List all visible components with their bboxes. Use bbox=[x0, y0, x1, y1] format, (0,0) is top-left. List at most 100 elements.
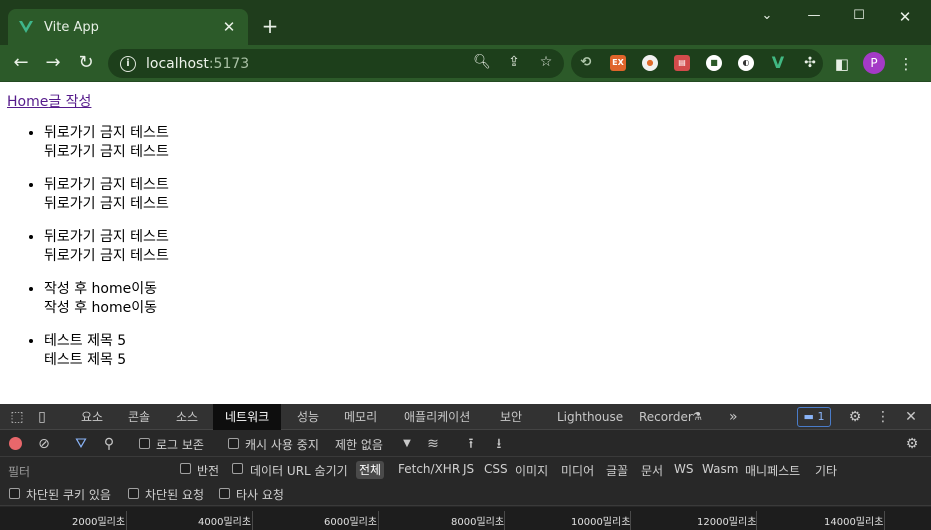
chevron-down-icon[interactable]: ▼ bbox=[398, 435, 416, 453]
new-tab-button[interactable]: + bbox=[259, 16, 281, 38]
address-bar[interactable]: i localhost:5173 bbox=[108, 49, 564, 78]
more-tabs-button[interactable]: » bbox=[729, 404, 738, 430]
tab-search-icon[interactable]: ⌄ bbox=[756, 8, 778, 26]
tab-recorder[interactable]: Recorder bbox=[639, 404, 693, 430]
filter-input[interactable]: 필터 bbox=[8, 463, 168, 480]
filter-type-other[interactable]: 기타 bbox=[815, 462, 837, 479]
green-extension-icon[interactable]: ■ bbox=[706, 55, 722, 71]
timeline-tick-label: 2000밀리초 bbox=[72, 517, 126, 528]
tab-close-icon[interactable]: ✕ bbox=[220, 18, 238, 36]
orange-extension-icon[interactable]: ● bbox=[642, 55, 658, 71]
invert-label: 반전 bbox=[197, 464, 220, 478]
filter-type-fetch-xhr[interactable]: Fetch/XHR bbox=[398, 462, 460, 476]
invert-checkbox[interactable] bbox=[180, 463, 191, 474]
menu-kebab-icon[interactable]: ⋮ bbox=[896, 54, 916, 74]
forward-arrow-icon[interactable]: → bbox=[42, 52, 64, 74]
blocked-requests-checkbox[interactable] bbox=[128, 488, 139, 499]
side-panel-icon[interactable]: ◧ bbox=[832, 54, 852, 74]
bookmark-star-icon[interactable]: ☆ bbox=[537, 53, 555, 71]
tab-sources[interactable]: 소스 bbox=[176, 404, 198, 430]
timeline-gridline bbox=[126, 511, 127, 530]
list-item[interactable]: 뒤로가기 금지 테스트뒤로가기 금지 테스트 bbox=[44, 176, 169, 214]
browser-tab[interactable]: Vite App ✕ bbox=[8, 9, 248, 45]
site-info-icon[interactable]: i bbox=[120, 55, 136, 72]
filter-type-manifest[interactable]: 매니페스트 bbox=[745, 462, 800, 479]
back-arrow-icon[interactable]: ← bbox=[10, 52, 32, 74]
maximize-button[interactable]: ☐ bbox=[848, 8, 870, 26]
sync-extension-icon[interactable]: ⟲ bbox=[578, 55, 594, 71]
tab-console[interactable]: 콘솔 bbox=[128, 404, 150, 430]
hide-data-urls-checkbox[interactable] bbox=[232, 463, 243, 474]
filter-type-js[interactable]: JS bbox=[463, 462, 474, 476]
request-options-bar: 차단된 쿠키 있음 차단된 요청 타사 요청 bbox=[0, 482, 931, 506]
disable-cache-checkbox[interactable] bbox=[228, 438, 239, 449]
record-icon[interactable] bbox=[9, 437, 22, 450]
post-list: 뒤로가기 금지 테스트뒤로가기 금지 테스트 뒤로가기 금지 테스트뒤로가기 금… bbox=[44, 124, 169, 384]
puzzle-extensions-icon[interactable]: ✣ bbox=[802, 55, 818, 71]
filter-type-css[interactable]: CSS bbox=[484, 462, 508, 476]
tab-elements[interactable]: 요소 bbox=[81, 404, 103, 430]
post-body: 뒤로가기 금지 테스트 bbox=[44, 248, 169, 264]
devtools-menu-icon[interactable]: ⋮ bbox=[874, 408, 892, 426]
preserve-log-checkbox[interactable] bbox=[139, 438, 150, 449]
timeline-gridline bbox=[884, 511, 885, 530]
throttle-select[interactable]: 제한 없음 bbox=[335, 436, 383, 453]
write-post-link[interactable]: 글 작성 bbox=[48, 94, 91, 110]
settings-gear-icon[interactable]: ⚙ bbox=[846, 408, 864, 426]
filter-type-all[interactable]: 전체 bbox=[356, 461, 385, 479]
minimize-button[interactable]: — bbox=[803, 8, 825, 26]
tab-security[interactable]: 보안 bbox=[500, 404, 522, 430]
chat-icon: ▬ bbox=[803, 410, 818, 423]
network-timeline[interactable]: 2000밀리초 4000밀리초 6000밀리초 8000밀리초 10000밀리초… bbox=[0, 507, 931, 530]
circle-extension-icon[interactable]: ◐ bbox=[738, 55, 754, 71]
timeline-gridline bbox=[504, 511, 505, 530]
filter-type-ws[interactable]: WS bbox=[674, 462, 693, 476]
url-host: localhost bbox=[146, 55, 209, 72]
third-party-checkbox[interactable] bbox=[219, 488, 230, 499]
filter-type-wasm[interactable]: Wasm bbox=[702, 462, 738, 476]
import-har-icon[interactable]: ⭱ bbox=[462, 435, 480, 453]
home-link[interactable]: Home bbox=[7, 94, 48, 110]
device-toolbar-icon[interactable]: ▯ bbox=[33, 408, 51, 426]
clear-icon[interactable]: ⊘ bbox=[35, 435, 53, 453]
tab-network[interactable]: 네트워크 bbox=[213, 404, 282, 430]
list-item[interactable]: 작성 후 home이동작성 후 home이동 bbox=[44, 280, 169, 318]
zoom-icon[interactable]: 🔍︎ bbox=[473, 53, 491, 71]
flask-icon: ⚗ bbox=[692, 410, 702, 423]
list-item[interactable]: 테스트 제목 5 테스트 제목 5 bbox=[44, 332, 169, 370]
network-settings-gear-icon[interactable]: ⚙ bbox=[903, 435, 921, 453]
close-devtools-icon[interactable]: ✕ bbox=[902, 408, 920, 426]
timeline-tick-label: 4000밀리초 bbox=[198, 517, 252, 528]
filter-funnel-icon[interactable]: ⛛ bbox=[72, 435, 90, 453]
blocked-cookies-label: 차단된 쿠키 있음 bbox=[26, 488, 111, 502]
blocked-cookies-checkbox[interactable] bbox=[9, 488, 20, 499]
issues-badge[interactable]: ▬ 1 bbox=[797, 407, 831, 427]
filter-type-media[interactable]: 미디어 bbox=[561, 462, 594, 479]
export-har-icon[interactable]: ⭳ bbox=[490, 435, 508, 453]
tab-performance[interactable]: 성능 bbox=[297, 404, 319, 430]
ex-extension-icon[interactable]: EX bbox=[610, 55, 626, 71]
share-icon[interactable]: ⇪ bbox=[505, 53, 523, 71]
vue-extension-icon[interactable]: V bbox=[770, 55, 786, 71]
list-item[interactable]: 뒤로가기 금지 테스트뒤로가기 금지 테스트 bbox=[44, 228, 169, 266]
red-extension-icon[interactable]: ▤ bbox=[674, 55, 690, 71]
filter-type-font[interactable]: 글꼴 bbox=[606, 462, 628, 479]
vite-logo-icon bbox=[18, 19, 34, 35]
close-window-button[interactable]: ✕ bbox=[894, 8, 916, 26]
list-item[interactable]: 뒤로가기 금지 테스트뒤로가기 금지 테스트 bbox=[44, 124, 169, 162]
reload-icon[interactable]: ↻ bbox=[75, 52, 97, 74]
tab-application[interactable]: 애플리케이션 bbox=[404, 404, 470, 430]
filter-type-img[interactable]: 이미지 bbox=[515, 462, 548, 479]
post-title: 뒤로가기 금지 테스트 bbox=[44, 125, 169, 141]
network-conditions-icon[interactable]: ≋ bbox=[424, 435, 442, 453]
tab-lighthouse[interactable]: Lighthouse bbox=[557, 404, 623, 430]
post-title: 뒤로가기 금지 테스트 bbox=[44, 177, 169, 193]
search-icon[interactable]: ⚲ bbox=[100, 435, 118, 453]
inspect-element-icon[interactable]: ⬚ bbox=[8, 408, 26, 426]
timeline-tick-label: 10000밀리초 bbox=[571, 517, 631, 528]
profile-avatar[interactable]: P bbox=[863, 52, 885, 74]
tab-memory[interactable]: 메모리 bbox=[344, 404, 377, 430]
tab-strip: Vite App ✕ + ⌄ — ☐ ✕ bbox=[0, 0, 931, 45]
filter-type-doc[interactable]: 문서 bbox=[641, 462, 663, 479]
hide-data-urls-label: 데이터 URL 숨기기 bbox=[250, 464, 348, 478]
